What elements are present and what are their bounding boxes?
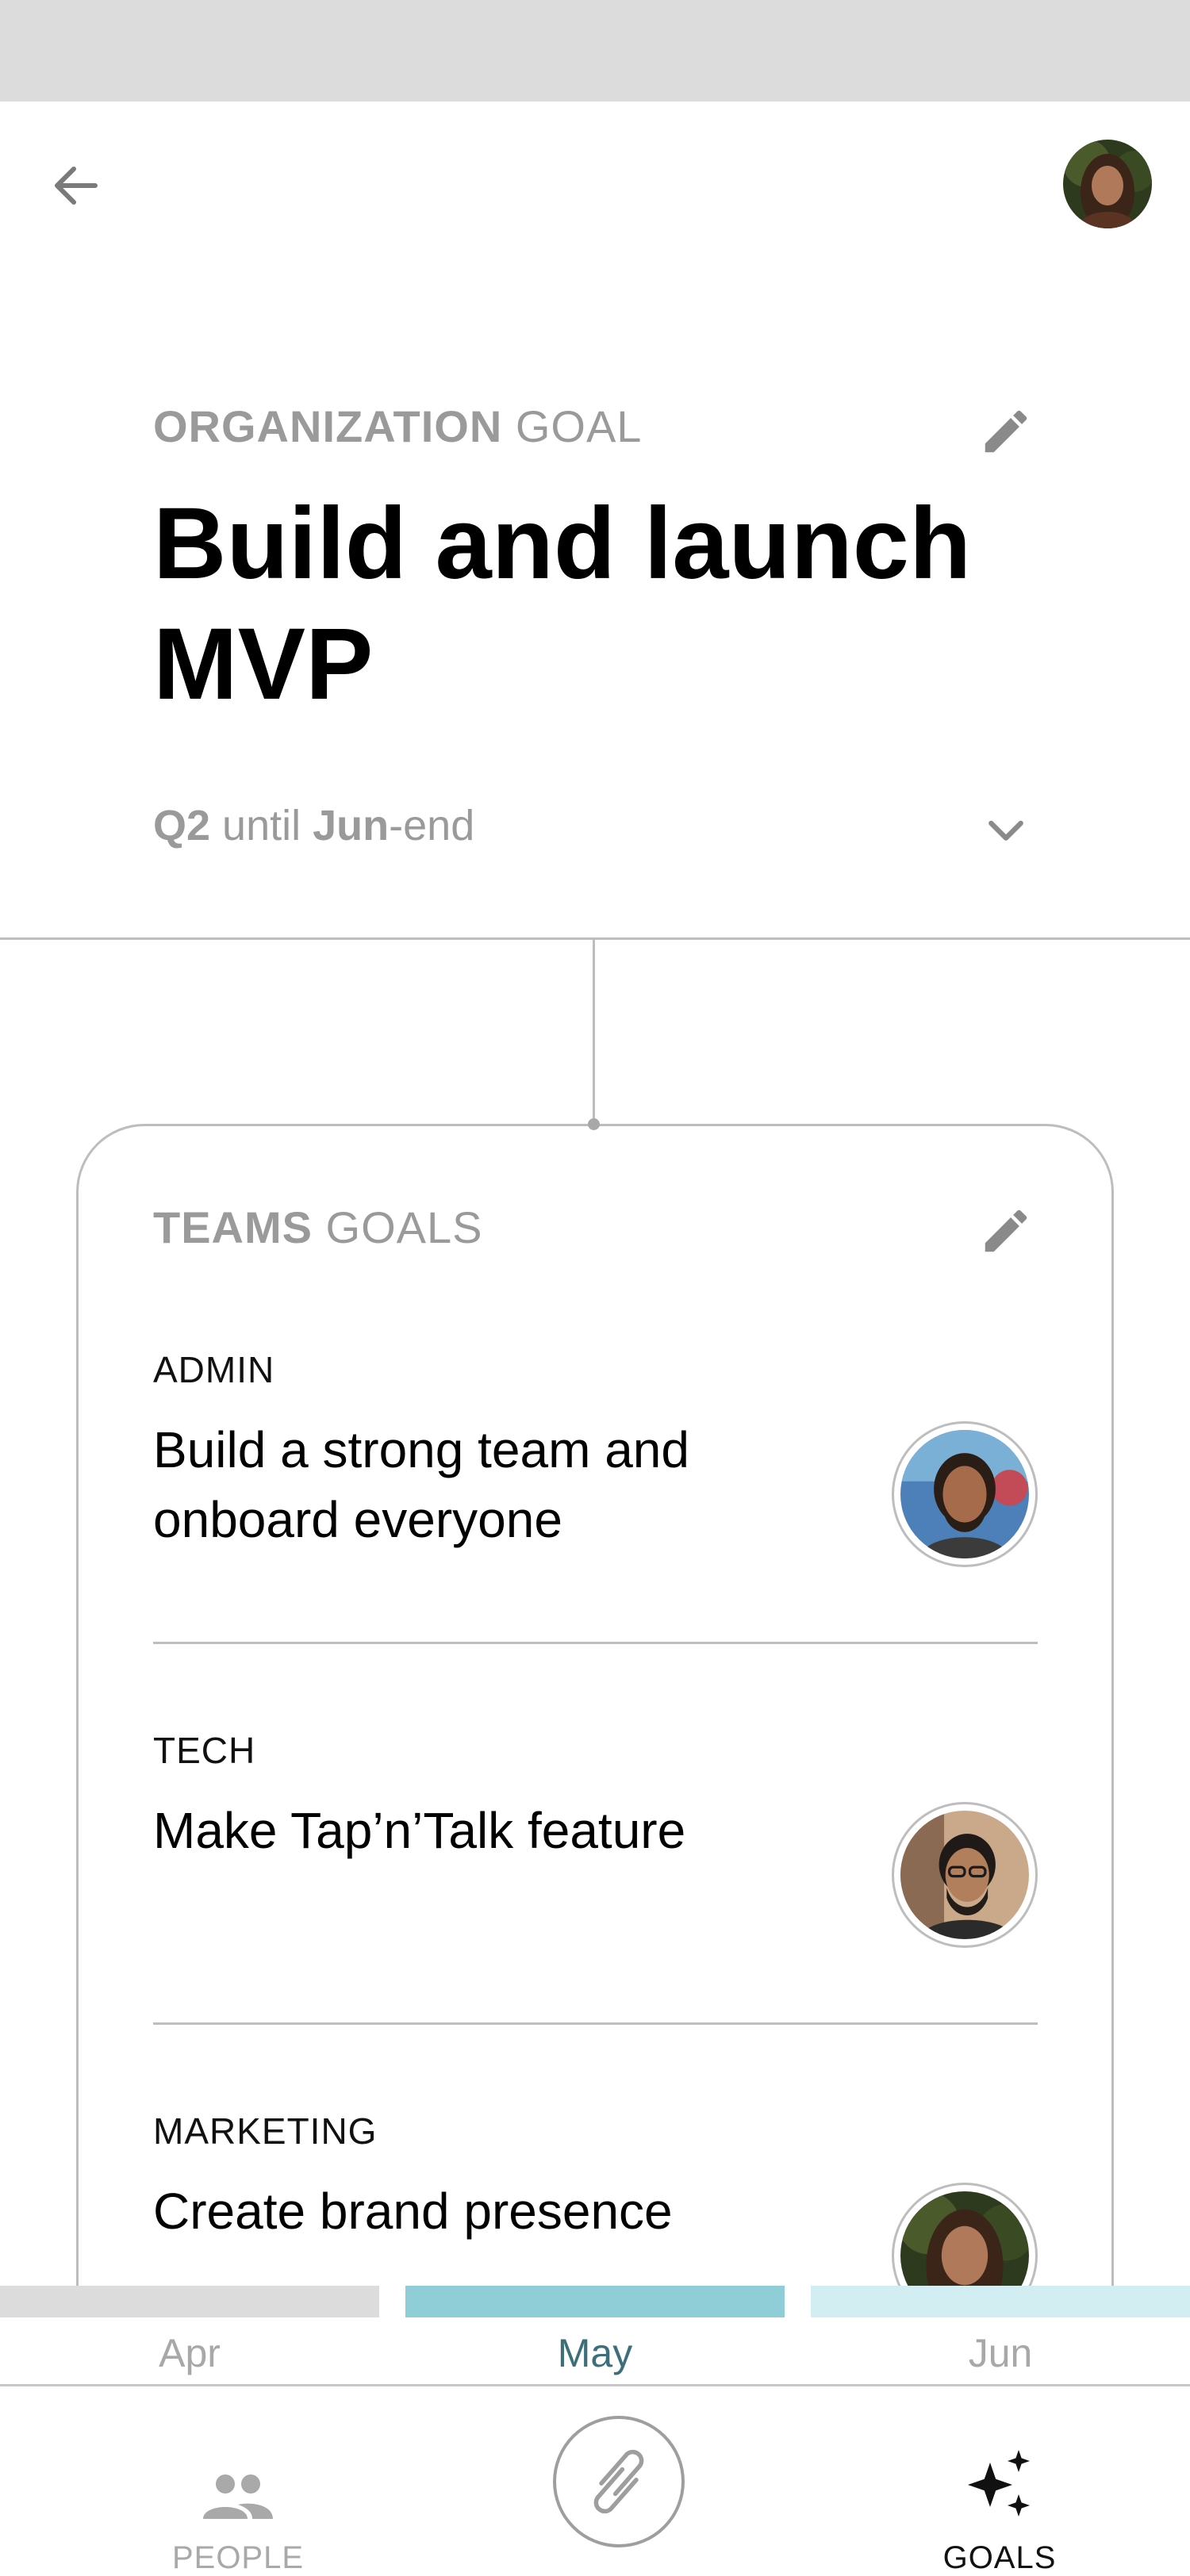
goal-period: Q2 until Jun-end [153, 802, 475, 849]
nav-goals[interactable]: GOALS [920, 2386, 1079, 2576]
team-owner-avatar [892, 2183, 1038, 2286]
team-owner-avatar [892, 1802, 1038, 1948]
app-logo-icon [593, 2449, 644, 2514]
month-may[interactable]: May [405, 2286, 785, 2384]
team-goal-text: Build a strong team and onboard everyone [153, 1421, 689, 1548]
team-owner-avatar [892, 1421, 1038, 1567]
org-goal-label: ORGANIZATION GOAL [153, 401, 643, 451]
tree-connector [593, 939, 595, 1123]
month-bar [0, 2286, 379, 2317]
month-label: May [557, 2331, 633, 2375]
edit-teams-goals-button[interactable] [974, 1199, 1038, 1263]
section-divider [0, 937, 1190, 940]
teams-goals-label: TEAMS GOALS [153, 1202, 483, 1252]
team-goal-text: Create brand presence [153, 2183, 673, 2240]
month-timeline: Apr May Jun [0, 2286, 1190, 2384]
people-icon [203, 2474, 273, 2519]
goal-separator [153, 1642, 1038, 1644]
team-name: ADMIN [153, 1349, 275, 1390]
nav-label: PEOPLE [171, 2540, 305, 2575]
month-jun[interactable]: Jun [811, 2286, 1190, 2384]
team-goal-text: Make Tap’n’Talk feature [153, 1802, 686, 1859]
chevron-down-icon [988, 820, 1023, 841]
home-button[interactable] [553, 2416, 685, 2547]
month-label: Jun [968, 2331, 1033, 2375]
arrow-left-icon [55, 167, 98, 205]
pencil-icon [985, 410, 1027, 453]
nav-people[interactable]: PEOPLE [159, 2386, 317, 2576]
team-goal-admin[interactable]: ADMIN Build a strong team and onboard ev… [153, 1348, 1038, 1567]
pencil-icon [985, 1209, 1027, 1252]
team-goal-tech[interactable]: TECH Make Tap’n’Talk feature [153, 1729, 1038, 1948]
tree-connector-dot [588, 1118, 600, 1130]
profile-avatar[interactable] [1063, 140, 1152, 228]
expand-period-button[interactable] [973, 796, 1039, 863]
team-name: MARKETING [153, 2110, 378, 2152]
edit-org-goal-button[interactable] [974, 400, 1038, 463]
month-bar [811, 2286, 1190, 2317]
goal-title: Build and launch MVP [153, 487, 972, 721]
sparkles-icon [968, 2450, 1030, 2517]
goal-separator [153, 2022, 1038, 2025]
team-goal-marketing[interactable]: MARKETING Create brand presence [153, 2110, 1038, 2286]
back-button[interactable] [38, 148, 114, 224]
nav-label: GOALS [942, 2540, 1057, 2575]
team-name: TECH [153, 1730, 256, 1771]
month-label: Apr [159, 2331, 221, 2375]
month-bar [405, 2286, 785, 2317]
month-apr[interactable]: Apr [0, 2286, 379, 2384]
status-bar [0, 0, 1190, 102]
